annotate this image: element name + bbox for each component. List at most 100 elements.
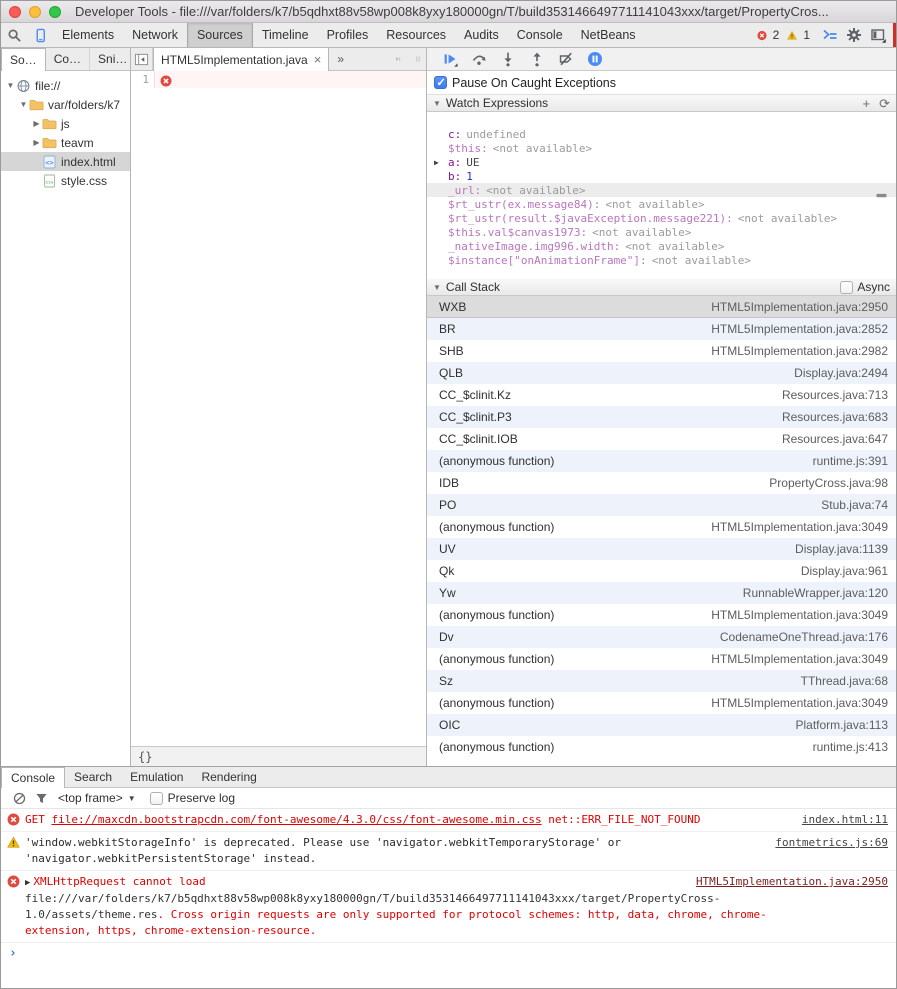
refresh-watch-icon[interactable]: ⟳ <box>879 97 890 110</box>
watch-expression-row[interactable]: $instance["onAnimationFrame"]:<not avail… <box>427 253 896 267</box>
call-stack-frame[interactable]: (anonymous function)HTML5Implementation.… <box>427 604 896 626</box>
error-badge[interactable]: 2 <box>757 28 780 42</box>
line-error-icon[interactable] <box>160 74 172 86</box>
frame-location[interactable]: Resources.java:713 <box>782 388 888 402</box>
pause-on-exceptions-icon[interactable] <box>580 51 609 67</box>
watch-expression-row[interactable]: ▶a:UE <box>427 155 896 169</box>
source-location-link[interactable]: HTML5Implementation.java:2950 <box>696 874 888 890</box>
tree-item-style-css[interactable]: cssstyle.css <box>1 171 130 190</box>
call-stack-frame[interactable]: CC_$clinit.KzResources.java:713 <box>427 384 896 406</box>
close-tab-icon[interactable]: × <box>314 52 322 67</box>
watch-expression-row[interactable]: _nativeImage.img996.width:<not available… <box>427 239 896 253</box>
watch-expression-row[interactable]: b:1 <box>427 169 896 183</box>
frame-location[interactable]: runtime.js:413 <box>813 740 888 754</box>
call-stack-frame[interactable]: SHBHTML5Implementation.java:2982 <box>427 340 896 362</box>
call-stack-frame[interactable]: POStub.java:74 <box>427 494 896 516</box>
tab-console[interactable]: Console <box>508 23 572 47</box>
settings-gear-icon[interactable] <box>842 27 866 43</box>
console-prompt[interactable]: › <box>1 943 896 965</box>
watch-expression-row[interactable]: $rt_ustr(ex.message84):<not available> <box>427 197 896 211</box>
drawer-tab-emulation[interactable]: Emulation <box>121 767 192 787</box>
frame-location[interactable]: Display.java:961 <box>801 564 888 578</box>
console-drawer-icon[interactable] <box>818 27 842 43</box>
delete-watch-icon[interactable] <box>876 188 887 193</box>
tab-audits[interactable]: Audits <box>455 23 508 47</box>
frame-location[interactable]: HTML5Implementation.java:3049 <box>711 652 888 666</box>
watch-expression-row[interactable]: $this:<not available> <box>427 141 896 155</box>
frame-location[interactable]: RunnableWrapper.java:120 <box>743 586 888 600</box>
source-location-link[interactable]: fontmetrics.js:69 <box>775 835 888 851</box>
call-stack-frame[interactable]: OICPlatform.java:113 <box>427 714 896 736</box>
tab-overflow-chevron[interactable]: » <box>329 48 352 70</box>
call-stack-frame[interactable]: YwRunnableWrapper.java:120 <box>427 582 896 604</box>
frame-location[interactable]: Stub.java:74 <box>821 498 888 512</box>
frame-location[interactable]: Display.java:2494 <box>794 366 888 380</box>
frame-location[interactable]: HTML5Implementation.java:2950 <box>711 300 888 314</box>
filter-icon[interactable] <box>30 792 52 805</box>
drawer-tab-search[interactable]: Search <box>65 767 121 787</box>
tree-expand-icon[interactable]: ▶ <box>31 138 42 147</box>
frame-location[interactable]: Resources.java:683 <box>782 410 888 424</box>
tab-profiles[interactable]: Profiles <box>318 23 378 47</box>
section-collapse-icon[interactable]: ▼ <box>433 99 441 108</box>
navigator-toggle-icon[interactable] <box>131 48 153 70</box>
tab-timeline[interactable]: Timeline <box>253 23 318 47</box>
navigator-tab[interactable]: Co… <box>46 48 90 70</box>
call-stack-frame[interactable]: QkDisplay.java:961 <box>427 560 896 582</box>
frame-location[interactable]: Resources.java:647 <box>782 432 888 446</box>
section-collapse-icon[interactable]: ▼ <box>433 283 441 292</box>
source-location-link[interactable]: index.html:11 <box>802 812 888 828</box>
add-watch-icon[interactable]: + <box>863 97 871 110</box>
frame-location[interactable]: HTML5Implementation.java:2982 <box>711 344 888 358</box>
call-stack-frame[interactable]: IDBPropertyCross.java:98 <box>427 472 896 494</box>
call-stack-frame[interactable]: WXBHTML5Implementation.java:2950 <box>427 296 896 318</box>
call-stack-frame[interactable]: DvCodenameOneThread.java:176 <box>427 626 896 648</box>
step-over-icon[interactable] <box>464 51 493 67</box>
step-out-icon[interactable] <box>522 51 551 67</box>
tree-item-var-folders-k7[interactable]: ▼var/folders/k7 <box>1 95 130 114</box>
navigator-tab[interactable]: Sni… <box>90 48 136 70</box>
tab-netbeans[interactable]: NetBeans <box>572 23 645 47</box>
pause-on-caught-checkbox[interactable] <box>434 76 447 89</box>
frame-location[interactable]: HTML5Implementation.java:3049 <box>711 608 888 622</box>
run-icon[interactable] <box>388 52 402 66</box>
call-stack-frame[interactable]: (anonymous function)HTML5Implementation.… <box>427 692 896 714</box>
step-into-icon[interactable] <box>493 51 522 67</box>
expand-icon[interactable]: ▶ <box>25 878 30 888</box>
zoom-window-button[interactable] <box>49 6 61 18</box>
clear-console-icon[interactable] <box>8 792 30 805</box>
frame-location[interactable]: runtime.js:391 <box>813 454 888 468</box>
resume-icon[interactable] <box>435 51 464 67</box>
drawer-tab-rendering[interactable]: Rendering <box>192 767 265 787</box>
pretty-print-button[interactable]: {} <box>131 750 159 764</box>
frame-location[interactable]: Platform.java:113 <box>796 718 889 732</box>
call-stack-frame[interactable]: CC_$clinit.IOBResources.java:647 <box>427 428 896 450</box>
tree-item-file-[interactable]: ▼file:// <box>1 76 130 95</box>
tree-item-index-html[interactable]: <>index.html <box>1 152 130 171</box>
deactivate-breakpoints-icon[interactable] <box>551 51 580 67</box>
minimize-window-button[interactable] <box>29 6 41 18</box>
watch-expression-row[interactable]: $rt_ustr(result.$javaException.message22… <box>427 211 896 225</box>
dock-side-icon[interactable] <box>866 27 890 43</box>
frame-location[interactable]: HTML5Implementation.java:3049 <box>711 520 888 534</box>
call-stack-frame[interactable]: CC_$clinit.P3Resources.java:683 <box>427 406 896 428</box>
frame-location[interactable]: PropertyCross.java:98 <box>769 476 888 490</box>
call-stack-frame[interactable]: SzTThread.java:68 <box>427 670 896 692</box>
async-checkbox[interactable] <box>840 281 853 294</box>
tab-network[interactable]: Network <box>123 23 187 47</box>
watch-expression-row[interactable]: c:undefined <box>427 127 896 141</box>
drawer-tab-console[interactable]: Console <box>1 767 65 788</box>
editor-tab[interactable]: HTML5Implementation.java × <box>153 48 329 71</box>
editor-body[interactable]: 1 <box>131 71 426 746</box>
tree-expand-icon[interactable]: ▶ <box>31 119 42 128</box>
watch-expressions-header[interactable]: ▼ Watch Expressions + ⟳ <box>427 95 896 112</box>
frame-location[interactable]: CodenameOneThread.java:176 <box>720 630 888 644</box>
tab-resources[interactable]: Resources <box>377 23 455 47</box>
frame-location[interactable]: Display.java:1139 <box>795 542 888 556</box>
frame-location[interactable]: HTML5Implementation.java:2852 <box>711 322 888 336</box>
warning-badge[interactable]: 1 <box>787 28 810 42</box>
tab-elements[interactable]: Elements <box>53 23 123 47</box>
tree-expand-icon[interactable]: ▼ <box>18 100 29 109</box>
expand-icon[interactable]: ▶ <box>434 158 439 167</box>
call-stack-frame[interactable]: BRHTML5Implementation.java:2852 <box>427 318 896 340</box>
